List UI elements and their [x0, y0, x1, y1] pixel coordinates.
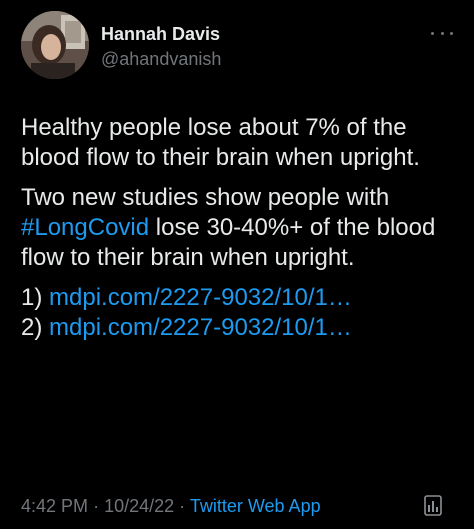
tweet-meta: 4:42 PM · 10/24/22 · Twitter Web App [21, 496, 321, 517]
tweet-paragraph-1: Healthy people lose about 7% of the bloo… [21, 114, 420, 171]
avatar-image [21, 11, 89, 79]
link-line-2: 2) mdpi.com/2227-9032/10/1… [21, 313, 461, 343]
tweet-date[interactable]: 10/24/22 [104, 496, 174, 516]
paragraph-2-start: Two new studies show people with [21, 184, 390, 211]
tweet-source[interactable]: Twitter Web App [190, 496, 321, 516]
link-2-prefix: 2) [21, 314, 50, 341]
analytics-icon-graphic [424, 495, 442, 516]
tweet-paragraph-2: Two new studies show people with #LongCo… [21, 183, 461, 273]
link-1[interactable]: mdpi.com/2227-9032/10/1… [49, 284, 352, 311]
link-2[interactable]: mdpi.com/2227-9032/10/1… [49, 314, 352, 341]
meta-separator-1: · [93, 496, 100, 516]
more-options-icon[interactable] [431, 28, 453, 38]
author-handle[interactable]: @ahandvanish [101, 49, 221, 70]
tweet: Hannah Davis @ahandvanish Healthy people… [0, 0, 474, 529]
avatar[interactable] [21, 11, 89, 79]
link-1-prefix: 1) [21, 284, 50, 311]
tweet-time[interactable]: 4:42 PM [21, 496, 88, 516]
tweet-text: Healthy people lose about 7% of the bloo… [21, 113, 461, 343]
meta-separator-2: · [179, 496, 186, 516]
hashtag-link[interactable]: #LongCovid [21, 214, 149, 241]
analytics-icon[interactable] [424, 495, 442, 516]
author-name[interactable]: Hannah Davis [101, 24, 220, 45]
link-line-1: 1) mdpi.com/2227-9032/10/1… [21, 283, 461, 313]
